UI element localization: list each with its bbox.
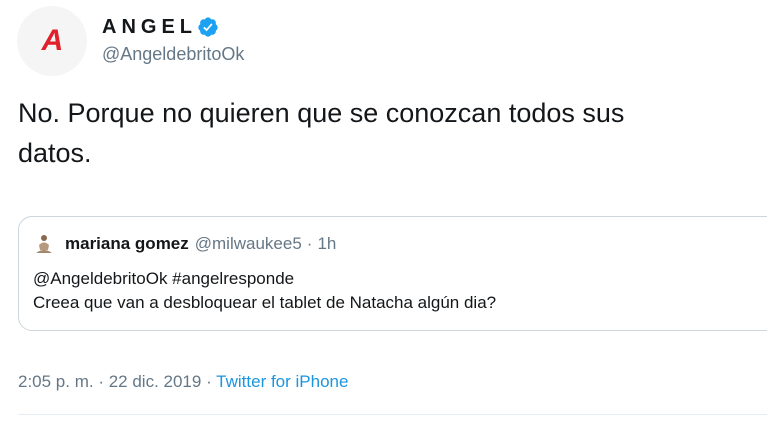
tweet-timestamp[interactable]: 2:05 p. m. · 22 dic. 2019 <box>18 372 201 391</box>
tweet-source-link[interactable]: Twitter for iPhone <box>216 372 348 391</box>
meta-separator: · <box>206 372 212 391</box>
quoted-separator: · <box>306 234 313 253</box>
avatar-logo-letter: A <box>41 24 64 57</box>
quoted-user-name[interactable]: mariana gomez <box>65 234 189 254</box>
author-avatar[interactable]: A <box>17 6 87 76</box>
author-handle[interactable]: @AngeldebritoOk <box>102 44 244 65</box>
tweet-card: A ANGEL @AngeldebritoOk No. Porque no qu… <box>0 0 767 424</box>
quoted-text-line: @AngeldebritoOk #angelresponde <box>33 269 295 288</box>
author-name-row: ANGEL <box>102 12 244 42</box>
divider <box>18 414 767 415</box>
quoted-user-handle[interactable]: @milwaukee5 <box>195 234 302 254</box>
quoted-tweet-text: @AngeldebritoOk #angelresponde Creea que… <box>33 267 496 315</box>
quoted-timestamp[interactable]: 1h <box>317 234 336 254</box>
tweet-text-line: datos. <box>18 138 92 168</box>
quoted-user-avatar[interactable] <box>33 233 55 255</box>
tweet-meta: 2:05 p. m. · 22 dic. 2019 · Twitter for … <box>18 372 348 392</box>
author-block: ANGEL @AngeldebritoOk <box>102 12 244 65</box>
tweet-text-line: No. Porque no quieren que se conozcan to… <box>18 98 625 128</box>
tweet-text: No. Porque no quieren que se conozcan to… <box>18 93 753 173</box>
quoted-tweet[interactable]: mariana gomez @milwaukee5 · 1h @Angeldeb… <box>18 216 767 331</box>
quoted-tweet-header: mariana gomez @milwaukee5 · 1h <box>33 233 336 255</box>
quoted-text-line: Creea que van a desbloquear el tablet de… <box>33 293 497 312</box>
author-display-name[interactable]: ANGEL <box>102 16 197 39</box>
verified-badge-icon <box>198 17 218 37</box>
